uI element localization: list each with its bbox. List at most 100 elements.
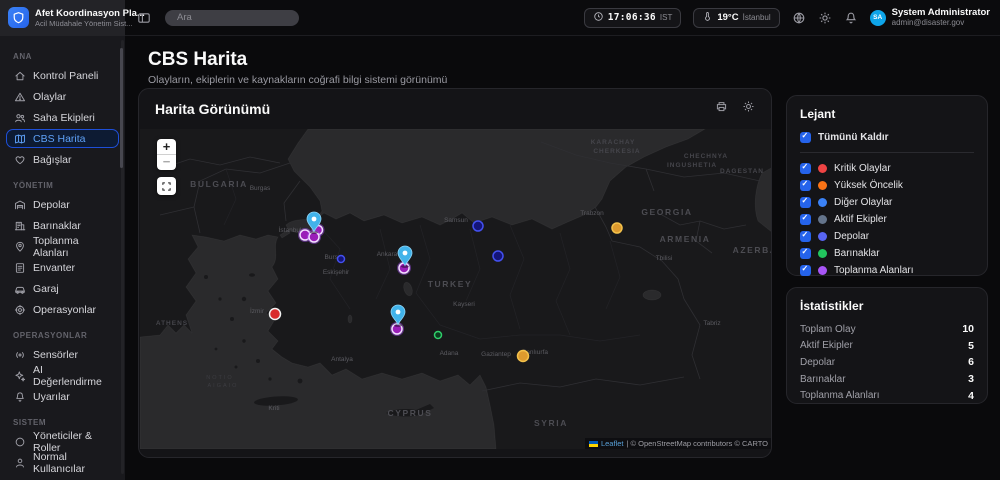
sidebar-item-label: Kontrol Paneli xyxy=(33,70,98,82)
sidebar-item-ba-lar[interactable]: Bağışlar xyxy=(6,150,119,169)
sidebar-scrollbar[interactable] xyxy=(121,40,124,474)
fullscreen-button[interactable] xyxy=(157,177,176,195)
legend-item[interactable]: Yüksek Öncelik xyxy=(800,177,974,193)
legend-select-all[interactable]: Tümünü Kaldır xyxy=(800,129,974,145)
map-marker-critical[interactable] xyxy=(270,309,281,320)
legend-color-dot xyxy=(818,266,827,275)
legend-item[interactable]: Toplanma Alanları xyxy=(800,262,974,278)
map-marker-assembly[interactable] xyxy=(399,263,409,273)
sidebar-item-envanter[interactable]: Envanter xyxy=(6,258,119,277)
legend-color-dot xyxy=(818,215,827,224)
map-marker-shelter[interactable] xyxy=(435,332,442,339)
print-icon[interactable] xyxy=(715,100,728,118)
sidebar-item-label: Toplanma Alanları xyxy=(33,235,111,259)
app-brand: Afet Koordinasyon Pla... Acil Müdahale Y… xyxy=(0,0,125,36)
sidebar-section-label: OPERASYONLAR xyxy=(6,321,119,345)
sidebar-item-garaj[interactable]: Garaj xyxy=(6,279,119,298)
sidebar-item-kontrol-paneli[interactable]: Kontrol Paneli xyxy=(6,66,119,85)
attribution-text: | © OpenStreetMap contributors © CARTO xyxy=(626,439,768,448)
map-label: KARACHAY xyxy=(591,139,636,146)
legend-item[interactable]: Depolar xyxy=(800,228,974,244)
app-subtitle: Acil Müdahale Yönetim Sist... xyxy=(35,19,145,28)
sidebar-item-cbs-harita[interactable]: CBS Harita xyxy=(6,129,119,148)
car-icon xyxy=(14,283,26,295)
stat-row: Barınaklar3 xyxy=(800,371,974,388)
sidebar-toggle-icon[interactable] xyxy=(137,11,151,25)
stat-label: Depolar xyxy=(800,357,835,368)
sidebar-item-saha-ekipleri[interactable]: Saha Ekipleri xyxy=(6,108,119,127)
map-label: Eskişehir xyxy=(323,269,350,276)
avatar[interactable]: SA xyxy=(870,10,886,26)
notifications-bell-icon[interactable] xyxy=(844,11,858,25)
sidebar-item-label: AI Değerlendirme xyxy=(33,364,111,388)
page-title: CBS Harita xyxy=(148,49,247,71)
temperature-value: 19°C xyxy=(717,12,738,23)
map-label: ARMENIA xyxy=(660,234,711,244)
sidebar-item-label: Sensörler xyxy=(33,349,78,361)
map-label: CHERKESIA xyxy=(593,148,640,155)
map-marker-warehouse[interactable] xyxy=(493,251,503,261)
legend-item-label: Diğer Olaylar xyxy=(834,197,892,208)
sidebar-item-ai-de-erlendirme[interactable]: AI Değerlendirme xyxy=(6,366,119,385)
map-marker-high[interactable] xyxy=(518,351,529,362)
leaflet-link[interactable]: Leaflet xyxy=(601,439,624,448)
map-card-title: Harita Görünümü xyxy=(155,101,270,117)
stat-value: 6 xyxy=(968,356,974,368)
sidebar-item-y-neticiler-roller[interactable]: Yöneticiler & Roller xyxy=(6,432,119,451)
sidebar-item-label: Operasyonlar xyxy=(33,304,96,316)
checkbox-checked-icon[interactable] xyxy=(800,163,811,174)
search-input[interactable] xyxy=(165,10,299,26)
lake-van xyxy=(643,290,661,300)
legend-item[interactable]: Diğer Olaylar xyxy=(800,194,974,210)
sidebar-item-olaylar[interactable]: Olaylar xyxy=(6,87,119,106)
map-label: GEORGIA xyxy=(641,207,692,217)
map-label: CHECHNYA xyxy=(684,153,728,160)
legend-color-dot xyxy=(818,198,827,207)
sidebar-item-depolar[interactable]: Depolar xyxy=(6,195,119,214)
map-marker-warehouse[interactable] xyxy=(473,221,483,231)
stat-label: Toplanma Alanları xyxy=(800,390,880,401)
map-icon xyxy=(14,133,26,145)
checkbox-checked-icon[interactable] xyxy=(800,248,811,259)
stat-row: Depolar 6 xyxy=(800,354,974,371)
legend-color-dot xyxy=(818,181,827,190)
time-chip: 17:06:36 IST xyxy=(584,8,682,28)
checkbox-checked-icon[interactable] xyxy=(800,197,811,208)
sidebar-item-label: Uyarılar xyxy=(33,391,70,403)
theme-sun-icon[interactable] xyxy=(818,11,832,25)
language-globe-icon[interactable] xyxy=(792,11,806,25)
checkbox-checked-icon[interactable] xyxy=(800,231,811,242)
checkbox-checked-icon[interactable] xyxy=(800,265,811,276)
sidebar: ANA Kontrol Paneli Olaylar Saha Ekipleri CBS… xyxy=(0,36,125,480)
stat-row: Toplam Olay10 xyxy=(800,321,974,338)
sidebar-item-bar-naklar[interactable]: Barınaklar xyxy=(6,216,119,235)
map-marker-warehouse[interactable] xyxy=(338,256,345,263)
heart-icon xyxy=(14,154,26,166)
legend-item[interactable]: Aktif Ekipler xyxy=(800,211,974,227)
map-theme-sun-icon[interactable] xyxy=(742,100,755,118)
checkbox-checked-icon[interactable] xyxy=(800,214,811,225)
sidebar-item-toplanma-alanlar-[interactable]: Toplanma Alanları xyxy=(6,237,119,256)
sidebar-item-operasyonlar[interactable]: Operasyonlar xyxy=(6,300,119,319)
legend-item[interactable]: Kritik Olaylar xyxy=(800,160,974,176)
checkbox-checked-icon[interactable] xyxy=(800,180,811,191)
ukraine-flag-icon xyxy=(589,441,598,447)
stat-value: 5 xyxy=(968,340,974,352)
sidebar-item-label: Normal Kullanıcılar xyxy=(33,451,111,475)
zoom-in-button[interactable]: + xyxy=(157,139,176,155)
sidebar-item-uyar-lar[interactable]: Uyarılar xyxy=(6,387,119,406)
user-menu[interactable]: SA System Administrator admin@disaster.g… xyxy=(870,8,990,28)
zoom-out-button[interactable]: − xyxy=(157,155,176,170)
map[interactable]: BULGARIAKARACHAYCHERKESIACHECHNYAINGUSHE… xyxy=(140,129,772,449)
sidebar-section-label: ANA xyxy=(6,42,119,66)
checkbox-checked-icon[interactable] xyxy=(800,132,811,143)
sidebar-item-normal-kullan-c-lar[interactable]: Normal Kullanıcılar xyxy=(6,453,119,472)
sidebar-item-sens-rler[interactable]: Sensörler xyxy=(6,345,119,364)
map-marker-high[interactable] xyxy=(612,223,622,233)
sidebar-item-label: Depolar xyxy=(33,199,70,211)
sidebar-item-label: Saha Ekipleri xyxy=(33,112,95,124)
map-label: Tbilisi xyxy=(656,255,673,262)
sidebar-section-label: YÖNETIM xyxy=(6,171,119,195)
timezone-label: IST xyxy=(660,13,672,22)
legend-item[interactable]: Barınaklar xyxy=(800,245,974,261)
